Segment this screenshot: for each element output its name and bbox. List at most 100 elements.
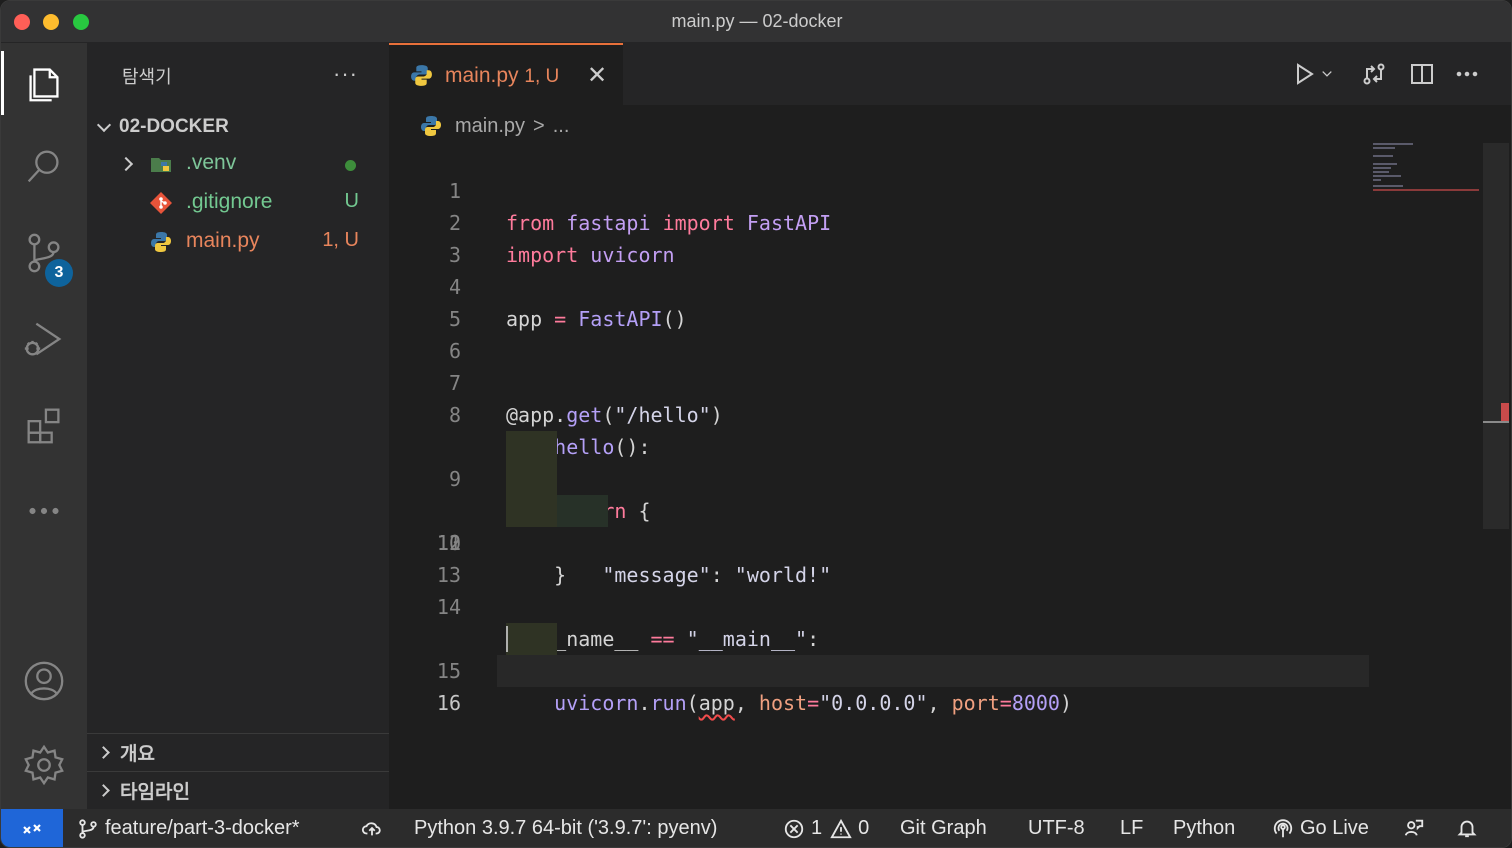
run-debug-button[interactable] bbox=[1, 299, 87, 379]
git-graph-status[interactable]: Git Graph bbox=[900, 817, 987, 840]
title-bar: main.py — 02-docker bbox=[1, 1, 1511, 43]
window-title: main.py — 02-docker bbox=[671, 11, 843, 31]
files-icon bbox=[29, 68, 59, 102]
code-line: 14 if __name__ == "__main__": bbox=[389, 559, 1511, 651]
remote-button[interactable] bbox=[1, 809, 63, 847]
text-cursor bbox=[506, 626, 508, 652]
code-line: 7 @app.get("/hello") bbox=[389, 335, 1511, 427]
code-editor[interactable]: 1 from fastapi import FastAPI 2 import u… bbox=[389, 143, 1511, 715]
go-live-button[interactable]: Go Live bbox=[1272, 817, 1369, 840]
code-line: 15 uvicorn.run(app, host="0.0.0.0", port… bbox=[389, 591, 1511, 715]
eol-status[interactable]: LF bbox=[1120, 817, 1143, 840]
open-changes-button[interactable] bbox=[1357, 57, 1391, 91]
run-options-dropdown[interactable] bbox=[1317, 57, 1337, 91]
chevron-down-icon bbox=[1322, 71, 1332, 77]
modified-dot bbox=[345, 160, 356, 171]
error-squiggle: app bbox=[698, 691, 735, 715]
vertical-scrollbar[interactable] bbox=[1483, 143, 1509, 529]
minimap-line bbox=[1373, 175, 1401, 177]
run-debug-icon bbox=[24, 322, 62, 356]
minimap-line bbox=[1373, 185, 1403, 187]
chevron-right-icon bbox=[97, 784, 110, 797]
code-line: 2 import uvicorn bbox=[389, 175, 1511, 267]
explorer-more-button[interactable]: ··· bbox=[333, 61, 358, 87]
section-label: 타임라인 bbox=[120, 782, 190, 803]
code-line: 1 from fastapi import FastAPI bbox=[389, 143, 1511, 235]
source-control-badge: 3 bbox=[45, 259, 73, 287]
problems-status[interactable]: 1 0 bbox=[783, 817, 869, 840]
search-button[interactable] bbox=[1, 127, 87, 207]
cursor-marker bbox=[1483, 421, 1509, 423]
notifications-button[interactable] bbox=[1456, 817, 1484, 839]
tab-close-button[interactable]: ✕ bbox=[587, 61, 607, 90]
outline-section[interactable]: 개요 bbox=[87, 733, 389, 771]
folder-02-docker[interactable]: 02-DOCKER bbox=[87, 109, 389, 145]
branch-status[interactable]: feature/part-3-docker* bbox=[77, 817, 300, 840]
vscode-window: main.py — 02-docker 3 탐색기 ··· 02-DOCKER … bbox=[0, 0, 1512, 848]
language-mode-status[interactable]: Python bbox=[1173, 817, 1235, 840]
run-python-button[interactable] bbox=[1287, 57, 1321, 91]
code-line: 6 bbox=[389, 303, 1511, 363]
code-line: 3 bbox=[389, 207, 1511, 267]
section-label: 개요 bbox=[120, 744, 155, 765]
editor-area: main.py 1, U ✕ main.py > ... 1 from fast… bbox=[389, 43, 1511, 809]
python-interpreter-status[interactable]: Python 3.9.7 64-bit ('3.9.7': pyenv) bbox=[414, 817, 717, 840]
settings-button[interactable] bbox=[1, 725, 87, 805]
more-views-button[interactable] bbox=[1, 471, 87, 551]
tree-item-gitignore[interactable]: .gitignore U bbox=[87, 184, 389, 222]
explorer-title: 탐색기 bbox=[122, 67, 172, 87]
tab-label: main.py 1, U bbox=[445, 64, 560, 87]
breadcrumb: main.py > ... bbox=[419, 111, 569, 141]
file-status: 1, U bbox=[322, 229, 359, 251]
sync-button[interactable] bbox=[361, 817, 389, 839]
broadcast-icon bbox=[1273, 818, 1293, 837]
timeline-section[interactable]: 타임라인 bbox=[87, 771, 389, 809]
line-content: uvicorn.run(app, host="0.0.0.0", port=80… bbox=[554, 691, 1073, 715]
git-branch-icon bbox=[79, 818, 97, 839]
gear-icon bbox=[24, 744, 64, 786]
explorer-sidebar: 탐색기 ··· 02-DOCKER .venv .gitignore U mai… bbox=[87, 43, 389, 809]
ellipsis-icon bbox=[29, 507, 59, 515]
explorer-button[interactable] bbox=[1, 43, 87, 123]
feedback-button[interactable] bbox=[1403, 817, 1431, 839]
line-number: 16 bbox=[436, 691, 461, 715]
chevron-right-icon bbox=[97, 746, 110, 759]
compare-changes-icon bbox=[1363, 63, 1385, 85]
extensions-button[interactable] bbox=[1, 385, 87, 465]
tree-item-venv[interactable]: .venv bbox=[87, 145, 389, 183]
minimap[interactable] bbox=[1373, 143, 1481, 193]
accounts-button[interactable] bbox=[1, 641, 87, 721]
file-name: .gitignore bbox=[186, 190, 273, 213]
encoding-status[interactable]: UTF-8 bbox=[1028, 817, 1085, 840]
source-control-button[interactable]: 3 bbox=[1, 213, 87, 293]
feedback-icon bbox=[1404, 819, 1424, 836]
error-count: 1 bbox=[811, 817, 823, 839]
breadcrumb-symbols[interactable]: ... bbox=[553, 115, 570, 138]
file-status: U bbox=[344, 190, 359, 212]
warning-count: 0 bbox=[858, 817, 870, 839]
bell-icon bbox=[1457, 820, 1477, 838]
search-icon bbox=[27, 150, 59, 183]
breadcrumb-file[interactable]: main.py bbox=[455, 115, 525, 138]
minimap-line bbox=[1373, 189, 1479, 191]
activity-bar: 3 bbox=[1, 43, 87, 809]
code-line-current: 16 bbox=[389, 623, 1511, 715]
git-icon bbox=[150, 192, 172, 214]
code-line: 13 bbox=[389, 527, 1511, 587]
warning-icon bbox=[830, 818, 852, 838]
folder-name: 02-DOCKER bbox=[119, 116, 229, 137]
python-folder-icon bbox=[151, 158, 171, 172]
account-icon bbox=[24, 661, 64, 701]
tree-item-main-py[interactable]: main.py 1, U bbox=[87, 223, 389, 261]
cloud-upload-icon bbox=[361, 822, 381, 836]
split-editor-button[interactable] bbox=[1405, 57, 1439, 91]
chevron-right-icon bbox=[118, 156, 134, 172]
minimap-line bbox=[1373, 167, 1391, 169]
error-marker bbox=[1501, 403, 1509, 421]
minimap-line bbox=[1373, 163, 1397, 165]
tab-bar: main.py 1, U ✕ bbox=[389, 43, 1511, 105]
editor-more-button[interactable] bbox=[1450, 57, 1484, 91]
extensions-icon bbox=[27, 408, 60, 444]
tab-main-py[interactable]: main.py 1, U ✕ bbox=[389, 43, 623, 105]
remote-icon bbox=[23, 824, 41, 834]
